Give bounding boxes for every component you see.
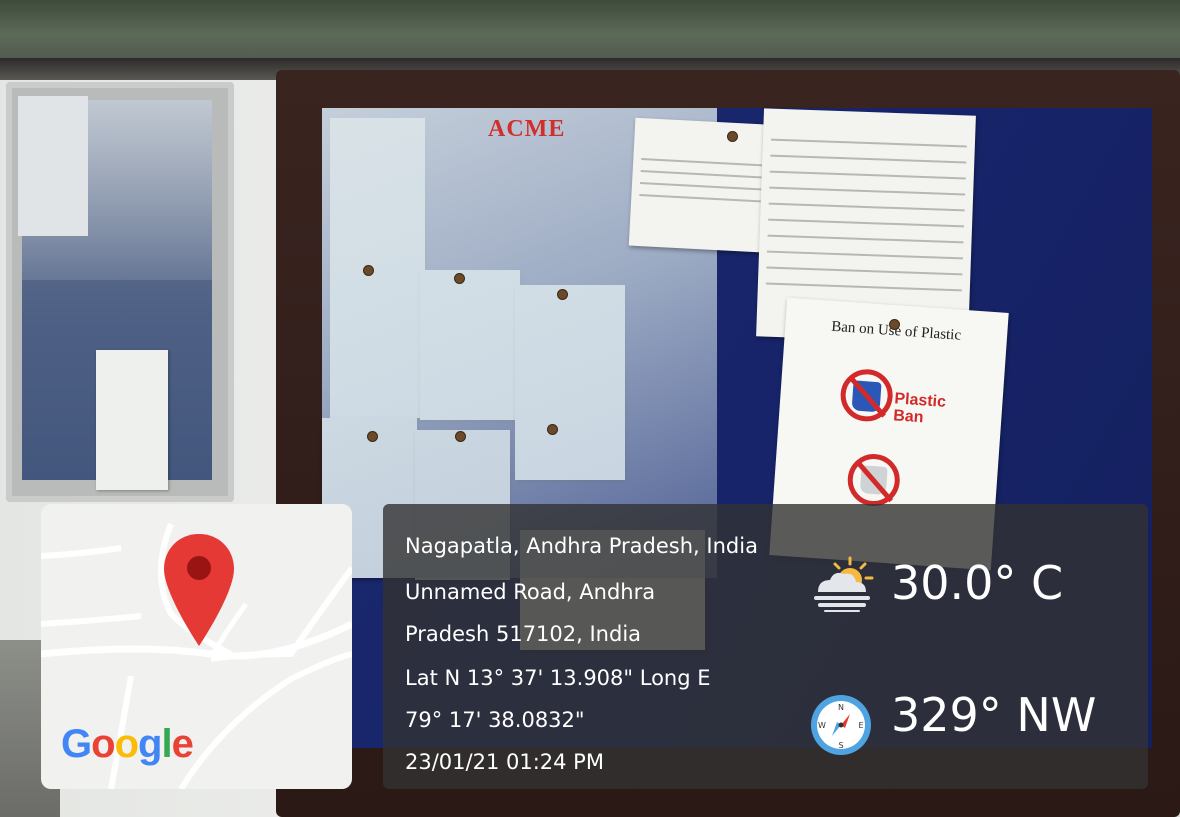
push-pin xyxy=(548,425,557,434)
notice-paper xyxy=(96,350,168,490)
coordinates-line: 79° 17' 38.0832" xyxy=(405,708,585,732)
push-pin xyxy=(455,274,464,283)
address-line: Pradesh 517102, India xyxy=(405,622,642,646)
logo-letter: l xyxy=(161,722,172,766)
temperature-value: 30.0° C xyxy=(891,556,1064,610)
push-pin xyxy=(890,320,899,329)
push-pin xyxy=(368,432,377,441)
ban-icon xyxy=(838,367,895,424)
map-thumbnail: Google xyxy=(41,504,352,789)
logo-letter: o xyxy=(114,722,139,766)
partly-cloudy-icon xyxy=(814,556,874,612)
logo-letter: G xyxy=(61,722,92,766)
board-header-text: ACME xyxy=(488,116,566,142)
google-logo: Google xyxy=(61,722,194,767)
push-pin xyxy=(456,432,465,441)
map-pin-icon xyxy=(164,534,234,646)
address-line: Unnamed Road, Andhra xyxy=(405,580,656,604)
notice-paper xyxy=(18,96,88,236)
location-info-panel: Nagapatla, Andhra Pradesh, India Unnamed… xyxy=(383,504,1148,789)
push-pin xyxy=(728,132,737,141)
location-name: Nagapatla, Andhra Pradesh, India xyxy=(405,534,758,558)
coordinates-line: Lat N 13° 37' 13.908" Long E xyxy=(405,666,711,690)
svg-text:W: W xyxy=(818,721,826,730)
push-pin xyxy=(364,266,373,275)
svg-text:S: S xyxy=(838,741,843,750)
heading-value: 329° NW xyxy=(891,688,1097,742)
svg-text:N: N xyxy=(838,703,844,712)
geotag-photo: ACME Ban on Use of Plastic Plastic Ban G… xyxy=(0,0,1180,817)
svg-text:E: E xyxy=(858,721,863,730)
logo-letter: g xyxy=(138,722,162,766)
compass-icon: N S W E xyxy=(811,695,871,755)
push-pin xyxy=(558,290,567,299)
timestamp: 23/01/21 01:24 PM xyxy=(405,750,604,774)
logo-letter: o xyxy=(91,722,115,766)
logo-letter: e xyxy=(171,722,194,766)
ban-icon xyxy=(846,452,902,508)
